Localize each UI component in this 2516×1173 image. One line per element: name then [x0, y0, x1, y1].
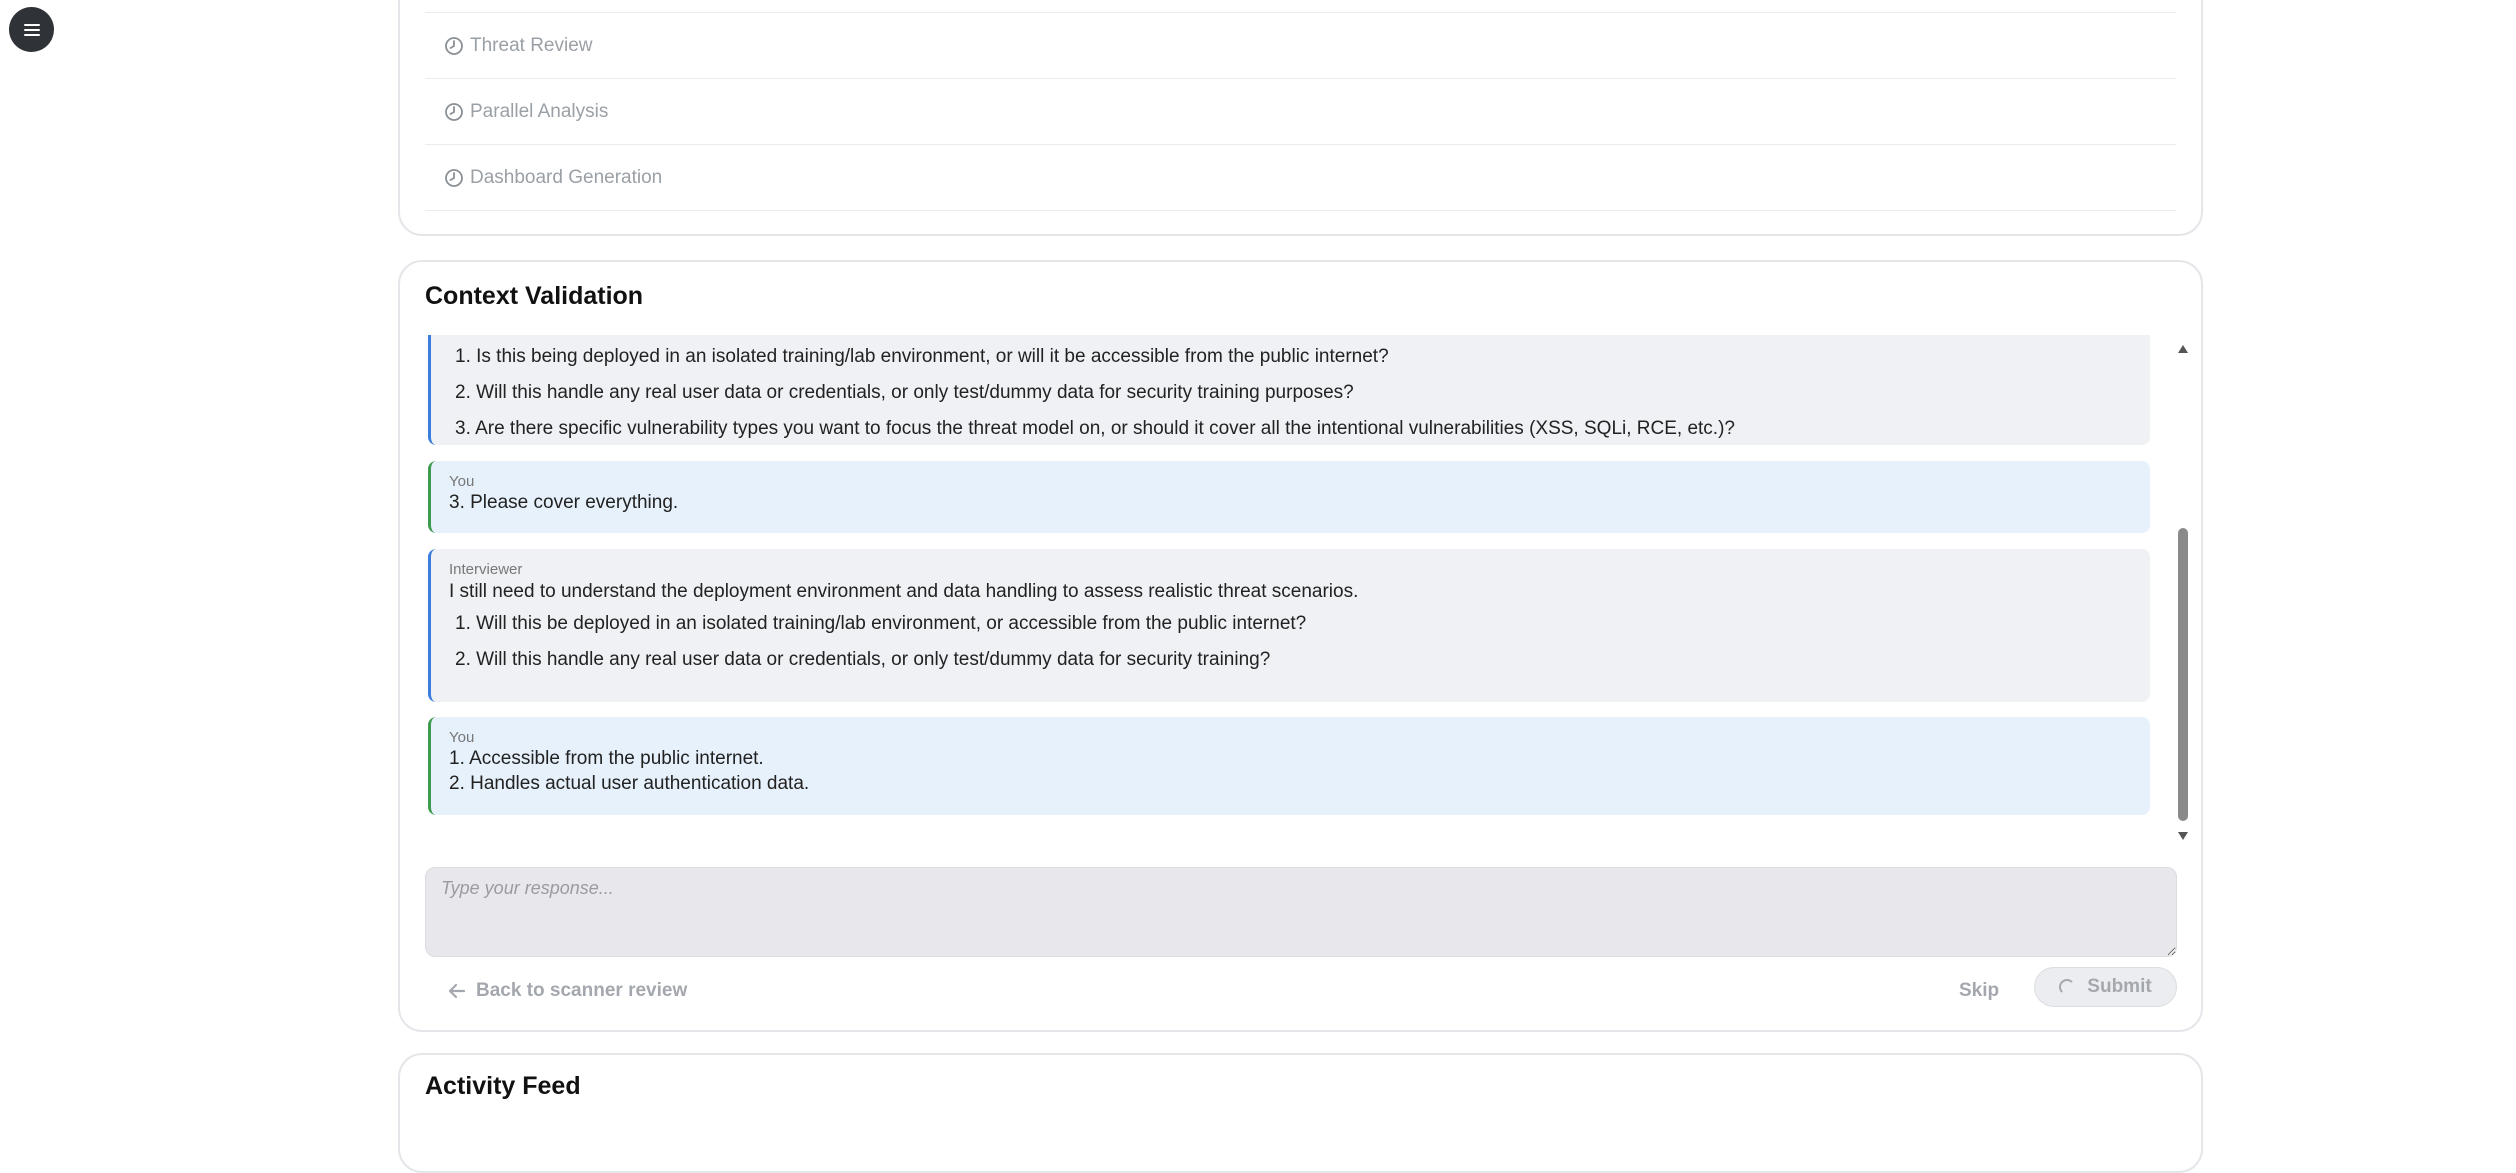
chat-log[interactable]: 1. Is this being deployed in an isolated…	[428, 335, 2179, 845]
skip-button[interactable]: Skip	[1959, 974, 1999, 1008]
scrollbar-thumb[interactable]	[2178, 528, 2188, 821]
interviewer-message: 1. Is this being deployed in an isolated…	[428, 335, 2150, 445]
question-item: 2. Will this handle any real user data o…	[455, 649, 1271, 670]
response-input[interactable]	[425, 867, 2177, 957]
step-label: Parallel Analysis	[470, 100, 609, 122]
scroll-down-arrow-icon[interactable]	[2178, 832, 2188, 840]
back-label: Back to scanner review	[476, 980, 688, 1001]
context-validation-card: Context Validation 1. Is this being depl…	[398, 260, 2203, 1032]
hamburger-menu-icon	[23, 23, 40, 36]
user-message: You 1. Accessible from the public intern…	[428, 717, 2150, 815]
submit-label: Submit	[2087, 976, 2152, 997]
question-item: 3. Are there specific vulnerability type…	[455, 418, 1735, 439]
step-label: Threat Review	[470, 34, 593, 56]
submit-button[interactable]: Submit	[2034, 967, 2177, 1007]
card-title: Activity Feed	[425, 1072, 581, 1100]
back-to-scanner-review-button[interactable]: Back to scanner review	[446, 974, 687, 1008]
pipeline-step-parallel-analysis: Parallel Analysis	[425, 79, 2176, 145]
clock-icon	[445, 168, 463, 187]
clock-icon	[445, 102, 463, 121]
loading-spinner-icon	[2059, 979, 2076, 995]
clock-icon	[445, 36, 463, 55]
user-message: You 3. Please cover everything.	[428, 461, 2150, 533]
arrow-left-icon	[448, 983, 466, 999]
question-list: 1. Is this being deployed in an isolated…	[449, 339, 2132, 447]
skip-label: Skip	[1959, 980, 2000, 1001]
message-text: 3. Please cover everything.	[449, 492, 679, 513]
message-text: 2. Handles actual user authentication da…	[449, 773, 810, 794]
message-sender: Interviewer	[449, 561, 523, 578]
message-sender: You	[449, 729, 475, 746]
menu-button[interactable]	[9, 7, 54, 52]
interviewer-message: Interviewer I still need to understand t…	[428, 549, 2150, 702]
chat-scrollbar[interactable]	[2175, 335, 2191, 845]
pipeline-step-dashboard-generation: Dashboard Generation	[425, 145, 2176, 211]
question-item: 1. Is this being deployed in an isolated…	[455, 346, 1389, 367]
step-label: Dashboard Generation	[470, 166, 663, 188]
activity-feed-card: Activity Feed	[398, 1053, 2203, 1173]
message-sender: You	[449, 473, 475, 490]
card-title: Context Validation	[425, 282, 644, 310]
scroll-up-arrow-icon[interactable]	[2178, 345, 2188, 353]
question-item: 1. Will this be deployed in an isolated …	[455, 613, 1307, 634]
pipeline-card: Threat Review Parallel Analysis Dashboar…	[398, 0, 2203, 236]
question-item: 2. Will this handle any real user data o…	[455, 382, 1354, 403]
message-text: I still need to understand the deploymen…	[449, 581, 1359, 602]
question-list: 1. Will this be deployed in an isolated …	[449, 606, 2132, 678]
message-text: 1. Accessible from the public internet.	[449, 748, 764, 769]
pipeline-step-threat-review: Threat Review	[425, 13, 2176, 79]
